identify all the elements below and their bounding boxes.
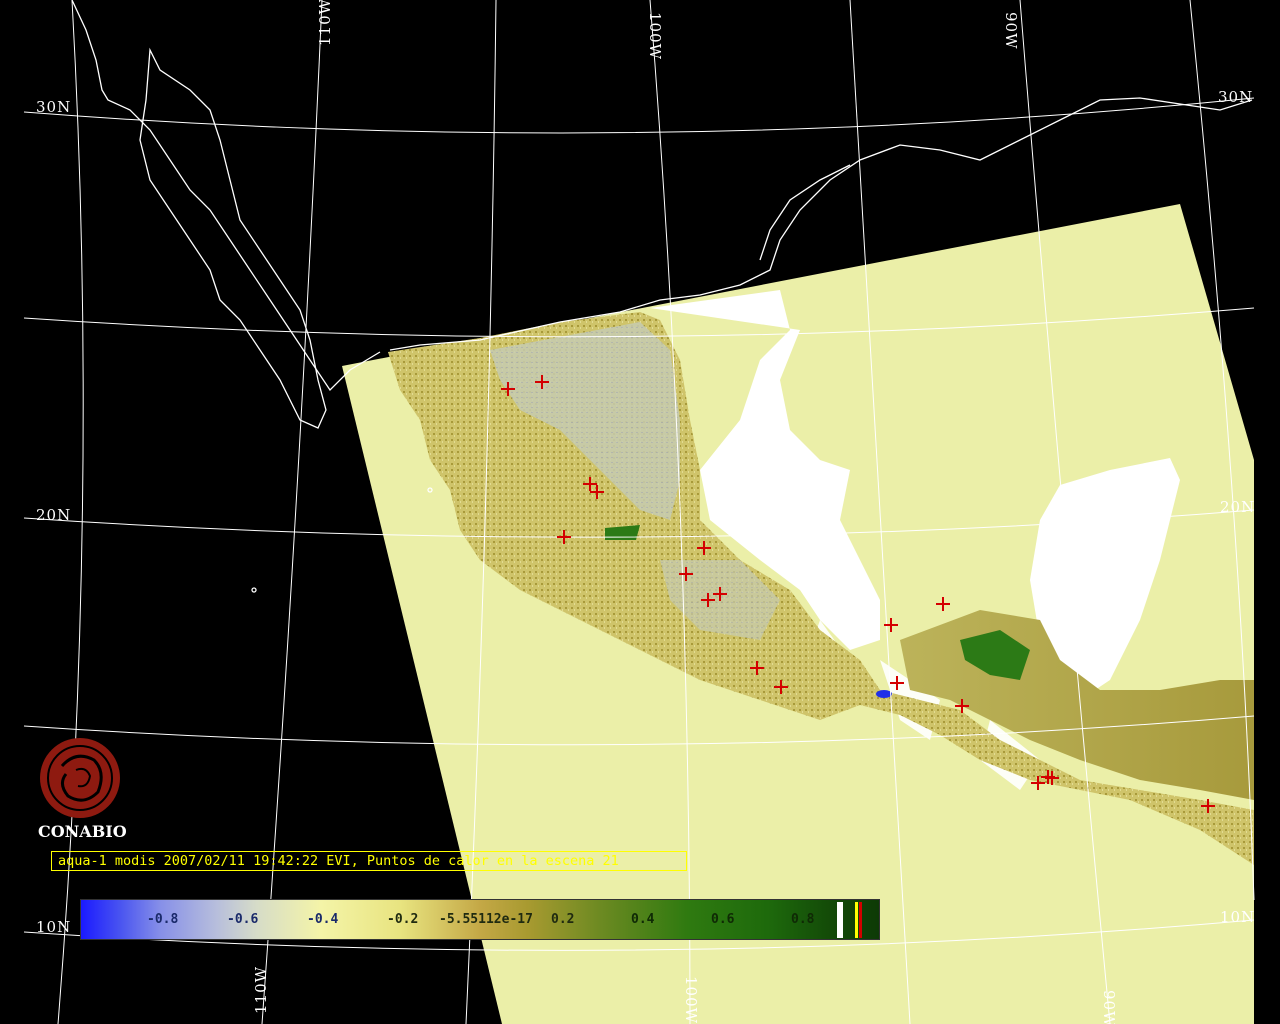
scene-caption: aqua-1 modis 2007/02/11 19:42:22 EVI, Pu… [51, 851, 687, 871]
legend-swatch [859, 902, 862, 938]
label-30n-right: 30N [1218, 88, 1253, 106]
label-10n-left: 10N [36, 918, 71, 936]
label-20n-right: 20N [1220, 498, 1255, 516]
legend-swatch [837, 902, 843, 938]
evi-color-legend: -0.8 -0.6 -0.4 -0.2 -5.55112e-17 0.2 0.4 0.6 0.8 [80, 899, 880, 940]
legend-tick-label: 0.4 [631, 912, 655, 927]
legend-tick-label: -0.8 [147, 912, 179, 927]
label-10n-right: 10N [1220, 908, 1255, 926]
label-90w-bottom: 90W [1100, 990, 1118, 1024]
legend-tick-label: 0.8 [791, 912, 815, 927]
label-90w-top: 90W [1002, 12, 1020, 50]
label-100w-top: 100W [646, 12, 664, 60]
legend-tick-label: -0.6 [227, 912, 259, 927]
legend-tick-label: -0.4 [307, 912, 339, 927]
legend-tick-label: -5.55112e-17 [439, 912, 533, 927]
water-body [876, 690, 892, 698]
label-110w-bottom: 110W [252, 966, 270, 1014]
legend-tick-label: -0.2 [387, 912, 419, 927]
org-name: CONABIO [38, 822, 127, 841]
label-20n-left: 20N [36, 506, 71, 524]
label-100w-bottom: 100W [682, 976, 700, 1024]
conabio-logo-icon [40, 738, 120, 818]
label-110w-top: 110W [316, 0, 334, 46]
legend-tick-label: 0.2 [551, 912, 575, 927]
legend-swatch [855, 902, 858, 938]
legend-tick-label: 0.6 [711, 912, 735, 927]
label-30n-left: 30N [36, 98, 71, 116]
